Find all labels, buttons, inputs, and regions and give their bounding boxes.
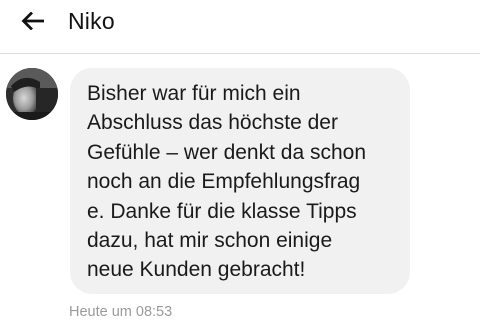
back-button[interactable] xyxy=(18,11,48,31)
message-text: Bisher war für mich ein Abschluss das hö… xyxy=(87,82,367,282)
arrow-left-icon xyxy=(21,12,44,30)
conversation-title: Niko xyxy=(68,8,115,34)
sender-avatar[interactable] xyxy=(6,68,58,120)
message-timestamp: Heute um 08:53 xyxy=(69,304,173,320)
user-avatar-photo xyxy=(6,68,58,120)
message-bubble[interactable]: Bisher war für mich ein Abschluss das hö… xyxy=(70,68,410,294)
app-header: Niko xyxy=(0,0,480,54)
